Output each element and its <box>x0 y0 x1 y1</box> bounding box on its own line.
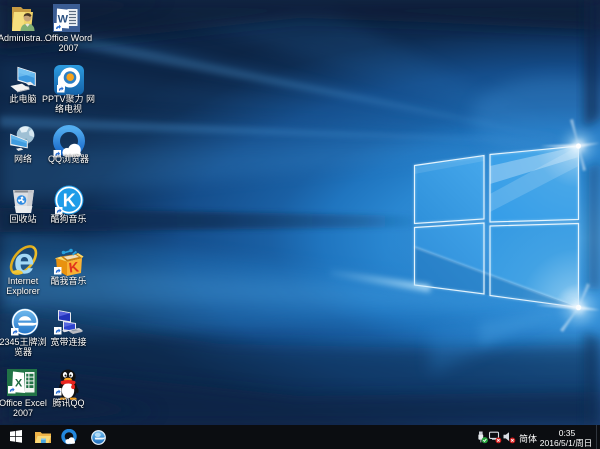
svg-text:e: e <box>14 245 35 279</box>
svg-text:K: K <box>63 191 76 211</box>
svg-text:K: K <box>68 258 80 275</box>
svg-text:X: X <box>15 378 23 390</box>
